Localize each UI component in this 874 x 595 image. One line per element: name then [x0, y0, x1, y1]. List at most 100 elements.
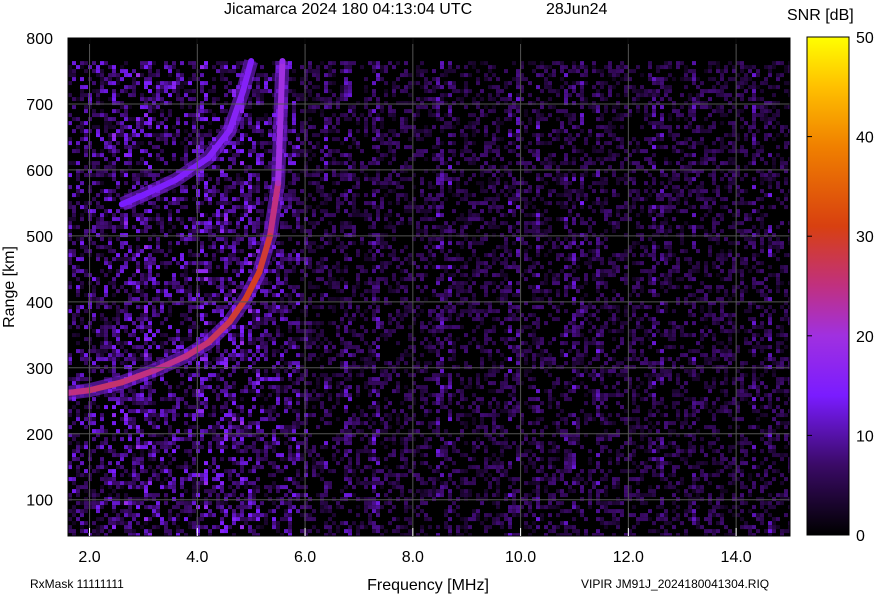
noise-cell: [292, 453, 296, 458]
noise-cell: [204, 61, 208, 66]
noise-cell: [328, 213, 332, 218]
noise-cell: [408, 209, 412, 214]
noise-cell: [324, 337, 328, 342]
noise-cell: [428, 209, 432, 214]
noise-cell: [404, 257, 408, 262]
noise-cell: [140, 353, 144, 358]
noise-cell: [92, 173, 96, 178]
noise-cell: [220, 249, 224, 254]
noise-cell: [156, 329, 160, 334]
noise-cell: [344, 389, 348, 394]
noise-cell: [376, 61, 380, 66]
noise-cell: [164, 141, 168, 146]
noise-cell: [148, 261, 152, 266]
noise-cell: [376, 513, 380, 518]
noise-cell: [320, 269, 324, 274]
noise-cell: [296, 153, 300, 158]
noise-cell: [280, 313, 284, 318]
noise-cell: [192, 525, 196, 530]
noise-cell: [200, 393, 204, 398]
noise-cell: [112, 505, 116, 510]
noise-cell: [220, 281, 224, 286]
noise-cell: [344, 285, 348, 290]
noise-cell: [224, 285, 228, 290]
noise-cell: [260, 417, 264, 422]
noise-cell: [140, 61, 144, 66]
noise-cell: [356, 465, 360, 470]
noise-cell: [408, 201, 412, 206]
noise-cell: [324, 193, 328, 198]
noise-cell: [256, 73, 260, 78]
noise-cell: [192, 269, 196, 274]
noise-cell: [408, 257, 412, 262]
noise-cell: [164, 101, 168, 106]
noise-cell: [240, 249, 244, 254]
noise-cell: [160, 469, 164, 474]
noise-cell: [112, 469, 116, 474]
noise-cell: [404, 361, 408, 366]
noise-cell: [268, 485, 272, 490]
noise-cell: [384, 141, 388, 146]
noise-cell: [356, 365, 360, 370]
noise-cell: [404, 165, 408, 170]
noise-cell: [108, 369, 112, 374]
noise-cell: [164, 81, 168, 86]
noise-cell: [252, 245, 256, 250]
noise-cell: [124, 89, 128, 94]
noise-cell: [140, 405, 144, 410]
noise-cell: [100, 189, 104, 194]
noise-cell: [320, 305, 324, 310]
noise-cell: [260, 513, 264, 518]
noise-cell: [152, 109, 156, 114]
noise-cell: [404, 309, 408, 314]
noise-cell: [436, 277, 440, 282]
noise-cell: [368, 417, 372, 422]
noise-cell: [116, 121, 120, 126]
noise-cell: [364, 209, 368, 214]
noise-cell: [92, 149, 96, 154]
noise-cell: [372, 481, 376, 486]
noise-cell: [332, 93, 336, 98]
noise-cell: [208, 193, 212, 198]
noise-cell: [220, 457, 224, 462]
noise-cell: [104, 257, 108, 262]
noise-cell: [384, 89, 388, 94]
noise-cell: [236, 177, 240, 182]
noise-cell: [376, 401, 380, 406]
noise-cell: [272, 337, 276, 342]
noise-cell: [112, 197, 116, 202]
noise-cell: [108, 449, 112, 454]
noise-cell: [224, 189, 228, 194]
noise-cell: [136, 317, 140, 322]
noise-cell: [420, 477, 424, 482]
noise-cell: [144, 353, 148, 358]
noise-cell: [300, 257, 304, 262]
noise-cell: [200, 357, 204, 362]
noise-cell: [360, 357, 364, 362]
noise-cell: [424, 445, 428, 450]
noise-cell: [152, 477, 156, 482]
noise-cell: [376, 65, 380, 70]
noise-cell: [356, 309, 360, 314]
noise-cell: [200, 89, 204, 94]
noise-cell: [264, 445, 268, 450]
noise-cell: [316, 245, 320, 250]
noise-cell: [224, 513, 228, 518]
noise-cell: [128, 249, 132, 254]
noise-cell: [380, 69, 384, 74]
noise-cell: [320, 177, 324, 182]
noise-cell: [236, 445, 240, 450]
noise-cell: [384, 413, 388, 418]
noise-cell: [216, 421, 220, 426]
noise-cell: [188, 289, 192, 294]
noise-cell: [268, 317, 272, 322]
noise-cell: [240, 269, 244, 274]
noise-cell: [84, 273, 88, 278]
noise-cell: [128, 105, 132, 110]
noise-cell: [364, 445, 368, 450]
noise-cell: [256, 117, 260, 122]
noise-cell: [272, 461, 276, 466]
noise-cell: [296, 149, 300, 154]
noise-cell: [296, 173, 300, 178]
noise-cell: [140, 213, 144, 218]
